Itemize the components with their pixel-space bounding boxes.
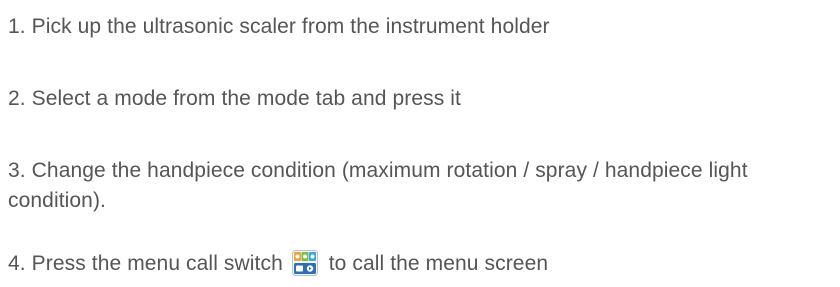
menu-call-switch-icon: [291, 250, 318, 276]
step-4-text-after: to call the menu screen: [328, 252, 549, 275]
step-4-text-before: 4. Press the menu call switch: [8, 252, 283, 275]
step-1-text: 1. Pick up the ultrasonic scaler from th…: [8, 15, 550, 38]
step-3-text: 3. Change the handpiece condition (maxim…: [8, 159, 748, 212]
step-2-text: 2. Select a mode from the mode tab and p…: [8, 87, 461, 110]
step-4: 4. Press the menu call switch to call th…: [8, 249, 548, 279]
